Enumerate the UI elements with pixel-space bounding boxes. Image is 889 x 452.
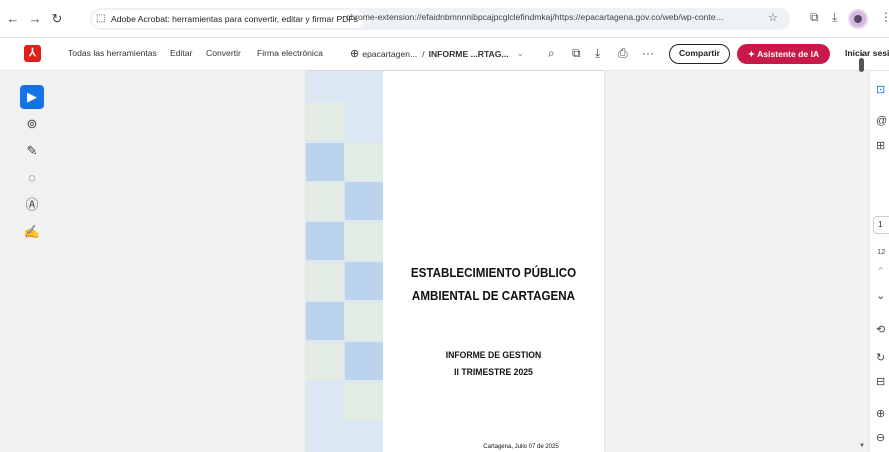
avatar[interactable] bbox=[848, 9, 868, 29]
tile bbox=[345, 182, 383, 220]
address-bar[interactable]: ⬚ Adobe Acrobat: herramientas para conve… bbox=[90, 8, 790, 30]
tile bbox=[345, 342, 383, 380]
document-heading: ESTABLECIMIENTO PÚBLICO AMBIENTAL DE CAR… bbox=[396, 261, 590, 307]
sign-icon[interactable]: ✍ bbox=[20, 220, 44, 244]
grid-icon[interactable]: ⊞ bbox=[876, 139, 885, 152]
extension-icon: ⬚ bbox=[96, 13, 106, 24]
subheading-line-2: II TRIMESTRE 2025 bbox=[454, 367, 533, 378]
tile bbox=[306, 102, 344, 140]
bookmark-star-icon[interactable]: ☆ bbox=[768, 11, 778, 24]
site-chip[interactable]: ⬚ Adobe Acrobat: herramientas para conve… bbox=[92, 10, 364, 28]
zoom-in-icon[interactable]: ⊕ bbox=[876, 407, 885, 420]
refresh-icon[interactable]: ↻ bbox=[876, 351, 885, 364]
fit-page-icon[interactable]: ⊟ bbox=[876, 375, 885, 388]
edit-panel-icon[interactable]: ⊡ bbox=[876, 83, 885, 96]
tab-title: Adobe Acrobat: herramientas para convert… bbox=[111, 14, 358, 24]
globe-icon: ⊕ bbox=[350, 48, 360, 60]
zoom-comment-icon[interactable]: ⊚ bbox=[20, 112, 44, 136]
zoom-out-icon[interactable]: ⊖ bbox=[876, 431, 885, 444]
download-icon[interactable]: ⤓ bbox=[832, 10, 837, 25]
page-view-icon[interactable]: ⧉ bbox=[572, 46, 581, 61]
pdf-page[interactable]: ESTABLECIMIENTO PÚBLICO AMBIENTAL DE CAR… bbox=[306, 71, 604, 452]
document-date: Cartagena, Julio 07 de 2025 bbox=[483, 444, 559, 450]
page-number-input[interactable]: 1 bbox=[873, 216, 889, 234]
pencil-icon[interactable]: ✎ bbox=[20, 139, 44, 163]
menu-e-signature[interactable]: Firma electrónica bbox=[257, 48, 323, 58]
print-icon[interactable]: ⎙ bbox=[618, 46, 628, 61]
forward-icon[interactable]: → bbox=[26, 10, 44, 28]
menu-all-tools[interactable]: Todas las herramientas bbox=[68, 48, 157, 58]
ai-assistant-label: Asistente de IA bbox=[757, 49, 820, 59]
chevron-down-icon[interactable]: ⌄ bbox=[517, 48, 524, 59]
page-count: 12 bbox=[877, 247, 886, 256]
extensions-icon[interactable]: ⧉ bbox=[810, 10, 819, 25]
tile bbox=[306, 143, 344, 181]
decorative-tile-strip bbox=[306, 71, 383, 452]
tile bbox=[345, 262, 383, 300]
ai-sparkle-icon: ✦ bbox=[747, 49, 758, 59]
menu-edit[interactable]: Editar bbox=[170, 48, 192, 58]
tile bbox=[306, 262, 344, 300]
select-tool-icon[interactable]: ▶ bbox=[20, 85, 44, 109]
chevron-down-icon[interactable]: ⌄ bbox=[876, 289, 885, 302]
lasso-icon[interactable]: ◌ bbox=[20, 166, 44, 190]
subheading-line-1: INFORME DE GESTION bbox=[445, 350, 542, 361]
tile bbox=[306, 222, 344, 260]
share-button[interactable]: Compartir bbox=[669, 44, 730, 64]
heading-line-2: AMBIENTAL DE CARTAGENA bbox=[411, 288, 576, 303]
doc-site: epacartagen... bbox=[362, 48, 418, 59]
acrobat-toolbar: ⅄ Todas las herramientas Editar Converti… bbox=[0, 38, 889, 71]
download-icon[interactable]: ⤓ bbox=[595, 46, 600, 61]
menu-convert[interactable]: Convertir bbox=[206, 48, 241, 58]
tile bbox=[345, 143, 383, 181]
search-icon[interactable]: ⌕ bbox=[548, 46, 555, 61]
url-text[interactable]: chrome-extension://efaidnbmnnnibpcajpcgl… bbox=[346, 12, 724, 22]
comment-icon[interactable]: @ bbox=[876, 115, 887, 127]
text-box-icon[interactable]: Ⓐ bbox=[20, 193, 44, 217]
right-panel: ⊡ @ ⊞ 1 12 ⌃ ⌄ ⟲ ↻ ⊟ ⊕ ⊖ bbox=[869, 71, 889, 452]
tile bbox=[345, 382, 383, 420]
tile bbox=[306, 182, 344, 220]
acrobat-logo-icon[interactable]: ⅄ bbox=[24, 45, 41, 62]
doc-name: INFORME ...RTAG... bbox=[428, 48, 509, 59]
ai-assistant-button[interactable]: ✦ Asistente de IA bbox=[737, 44, 830, 64]
chevron-up-icon[interactable]: ⌃ bbox=[876, 265, 885, 278]
heading-line-1: ESTABLECIMIENTO PÚBLICO bbox=[410, 265, 577, 280]
left-tool-rail: ▶ ⊚ ✎ ◌ Ⓐ ✍ bbox=[20, 85, 46, 247]
document-subheading: INFORME DE GESTION II TRIMESTRE 2025 bbox=[394, 347, 593, 381]
back-icon[interactable]: ← bbox=[4, 10, 22, 28]
menu-kebab-icon[interactable]: ⋮ bbox=[880, 10, 889, 24]
browser-toolbar: ← → ↻ ⬚ Adobe Acrobat: herramientas para… bbox=[0, 0, 889, 38]
document-title[interactable]: ⊕ epacartagen... / INFORME ...RTAG... ⌄ bbox=[350, 47, 524, 60]
tile bbox=[306, 302, 344, 340]
scroll-down-icon[interactable]: ▼ bbox=[858, 443, 866, 449]
rotate-icon[interactable]: ⟲ bbox=[876, 323, 885, 336]
scroll-thumb[interactable] bbox=[859, 58, 864, 72]
doc-separator: / bbox=[422, 48, 425, 59]
tile bbox=[306, 342, 344, 380]
sign-in-link[interactable]: Iniciar sesió bbox=[845, 48, 889, 58]
tile bbox=[345, 302, 383, 340]
tile bbox=[345, 222, 383, 260]
reload-icon[interactable]: ↻ bbox=[48, 10, 66, 28]
vertical-scrollbar[interactable]: ▲ ▼ bbox=[858, 52, 866, 452]
more-options-icon[interactable]: ··· bbox=[642, 46, 654, 60]
